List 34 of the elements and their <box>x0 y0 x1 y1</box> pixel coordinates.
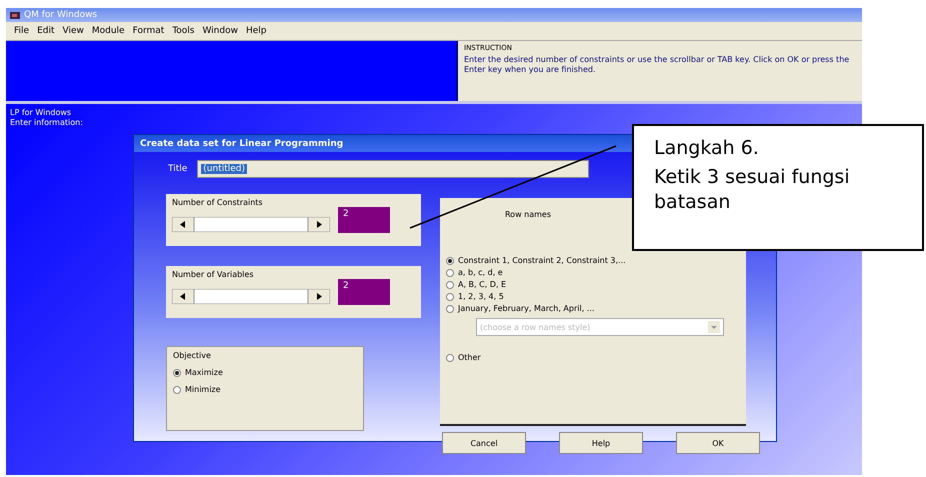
menu-item[interactable]: Module <box>92 26 125 36</box>
callout-text: Ketik 3 sesuai fungsi batasan <box>654 165 851 215</box>
spinner-label: Number of Variables <box>172 270 254 279</box>
group-label: Objective <box>173 351 212 360</box>
scroll-bar[interactable] <box>172 216 330 232</box>
app-icon <box>10 10 20 20</box>
instruction-text: Enter the desired number of constraints or use the scrollbar or TAB key. Click on OK or press the Enter key when you are finished. <box>464 55 850 74</box>
menu-item[interactable]: Edit <box>37 26 54 36</box>
radio-button[interactable]: Maximize <box>173 368 357 377</box>
value-box[interactable]: 2 <box>338 207 390 233</box>
menu-item[interactable]: Window <box>202 26 238 36</box>
window-title: QM for Windows <box>24 10 98 20</box>
side-label: LP for Windows <box>10 108 72 118</box>
radio-button[interactable]: A, B, C, D, E <box>446 280 506 289</box>
menu-item[interactable]: Tools <box>172 26 194 36</box>
menu-item[interactable]: Format <box>132 26 164 36</box>
title-field[interactable]: (untitled) <box>197 160 590 178</box>
menu-item[interactable]: Help <box>246 26 267 36</box>
menu-item[interactable]: File <box>14 26 30 36</box>
dialog-button[interactable]: Cancel <box>442 432 526 454</box>
field-label: Title <box>168 164 188 174</box>
radio-button[interactable]: January, February, March, April, ... <box>446 304 594 313</box>
value-box[interactable]: 2 <box>338 279 390 305</box>
scroll-bar[interactable] <box>172 288 330 304</box>
spinner-label: Number of Constraints <box>172 198 264 207</box>
dialog-button[interactable]: OK <box>676 432 760 454</box>
radio-button[interactable]: a, b, c, d, e <box>446 268 503 277</box>
radio-button[interactable]: 1, 2, 3, 4, 5 <box>446 292 504 301</box>
side-label: Enter information: <box>10 118 83 128</box>
radio-button[interactable]: Constraint 1, Constraint 2, Constraint 3,... <box>446 256 626 265</box>
dialog-button[interactable]: Help <box>559 432 643 454</box>
radio-button[interactable]: Minimize <box>173 385 357 394</box>
radio-button[interactable]: Other <box>446 353 481 362</box>
menu-item[interactable]: View <box>62 26 84 36</box>
